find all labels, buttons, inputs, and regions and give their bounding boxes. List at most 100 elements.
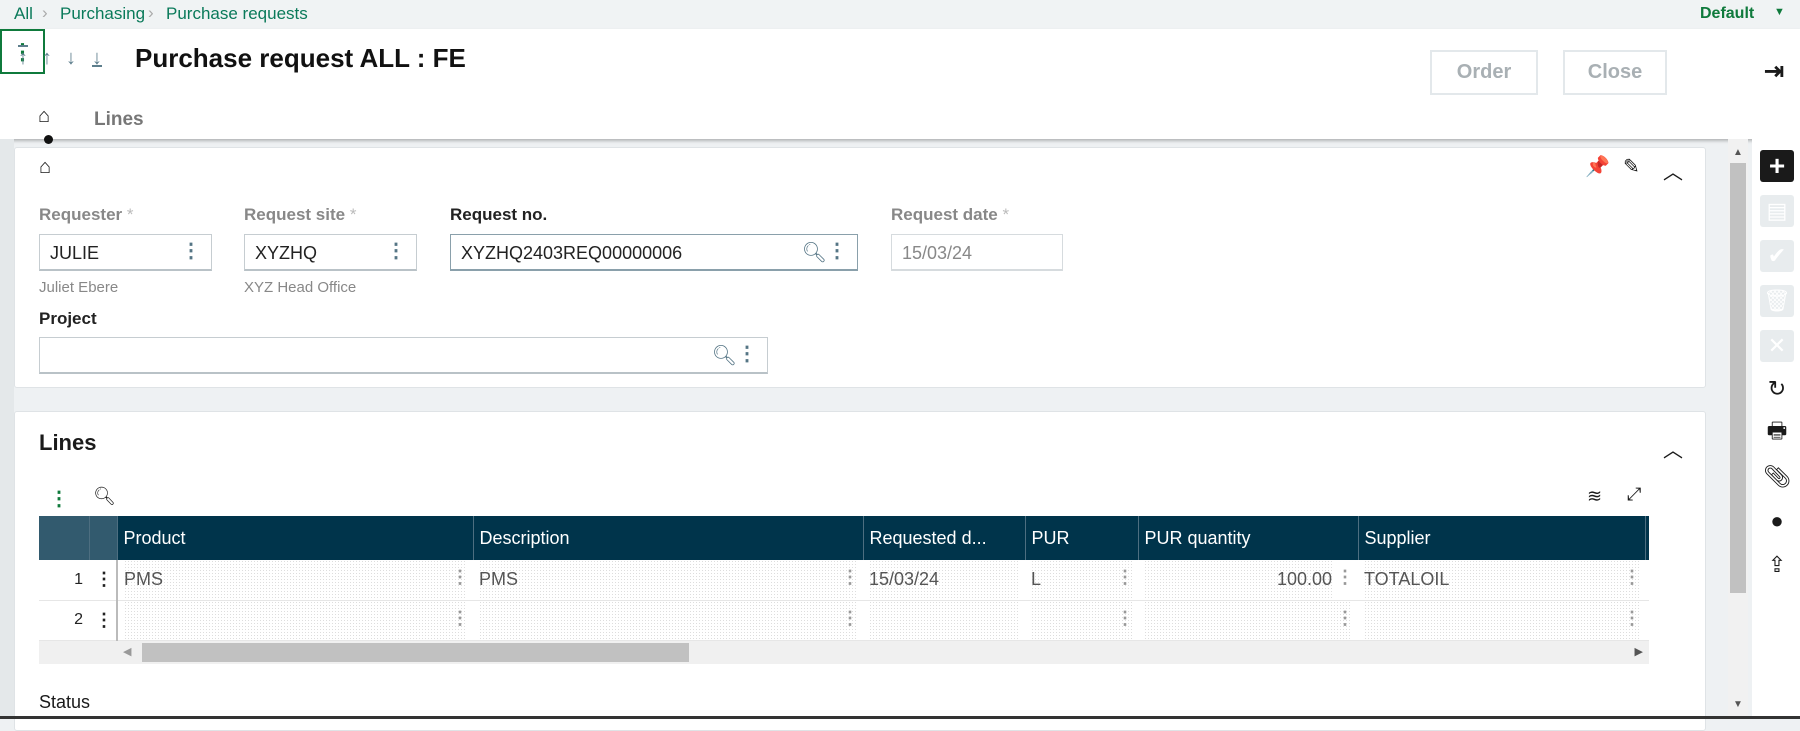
cell-pur-value: L <box>1031 569 1042 590</box>
vertical-scrollbar-thumb[interactable] <box>1730 163 1746 593</box>
validate-icon[interactable]: ✔ <box>1760 240 1794 272</box>
layers-icon[interactable]: ≋ <box>1587 486 1602 507</box>
field-menu-icon[interactable]: ⋮ <box>737 344 757 364</box>
scroll-down-icon[interactable]: ▼ <box>1733 699 1743 710</box>
previous-record-icon[interactable]: ↑ <box>42 47 52 70</box>
refresh-icon[interactable]: ↻ <box>1760 373 1794 405</box>
cell-product[interactable]: ⋮ <box>117 600 473 641</box>
grid-search-icon[interactable]: 🔍︎ <box>93 486 116 507</box>
cell-pur[interactable]: L ⋮ <box>1025 560 1138 601</box>
request-date-field: 15/03/24 <box>891 234 1063 271</box>
cell-menu-icon[interactable]: ⋮ <box>1336 568 1354 586</box>
export-icon[interactable]: ⇪ <box>1760 549 1794 581</box>
cell-menu-icon[interactable]: ⋮ <box>1623 609 1641 627</box>
caret-down-icon[interactable]: ▼ <box>1774 6 1785 18</box>
collapse-icon[interactable]: ︿ <box>1663 156 1683 185</box>
row-number: 1 <box>39 560 89 601</box>
vertical-scrollbar[interactable]: ▲ ▼ <box>1728 139 1748 719</box>
requester-description: Juliet Ebere <box>39 279 119 296</box>
site-field[interactable]: XYZHQ ⋮ <box>244 234 417 271</box>
request-date-label-text: Request date <box>891 205 998 224</box>
tab-lines[interactable]: Lines <box>94 109 144 131</box>
cell-menu-icon[interactable]: ⋮ <box>1623 568 1641 586</box>
pin-icon[interactable]: 📌 <box>1585 154 1610 179</box>
breadcrumb-purchase-requests[interactable]: Purchase requests <box>166 4 308 24</box>
horizontal-scrollbar[interactable]: ◀ ▶ <box>39 640 1649 664</box>
column-header-description[interactable]: Description <box>473 516 864 560</box>
close-button[interactable]: Close <box>1563 50 1667 95</box>
cell-supplier[interactable]: TOTALOIL ⋮ <box>1358 560 1645 601</box>
cell-supplier[interactable]: ⋮ <box>1358 600 1645 641</box>
cell-supplier-value: TOTALOIL <box>1364 569 1450 590</box>
request-date-label: Request date * <box>891 205 1009 225</box>
delete-icon[interactable]: 🗑︎ <box>1760 285 1794 317</box>
column-header-more <box>1645 516 1649 560</box>
breadcrumb-all[interactable]: All <box>14 4 33 24</box>
required-icon: * <box>126 205 134 224</box>
exit-icon[interactable]: ⇥ <box>1764 57 1784 86</box>
left-gutter <box>0 139 14 719</box>
create-icon[interactable]: + <box>1760 150 1794 182</box>
cell-requested-date: 15/03/24 <box>863 560 1025 601</box>
cell-menu-icon[interactable]: ⋮ <box>1116 568 1134 586</box>
project-field[interactable]: 🔍︎ ⋮ <box>39 337 768 374</box>
row-number: 2 <box>39 600 89 641</box>
search-icon[interactable]: 🔍︎ <box>712 343 737 368</box>
column-header-product[interactable]: Product <box>117 516 474 560</box>
field-menu-icon[interactable]: ⋮ <box>386 241 406 261</box>
field-menu-icon[interactable]: ⋮ <box>827 241 847 261</box>
scroll-up-icon[interactable]: ▲ <box>1733 147 1743 158</box>
request-no-field[interactable]: XYZHQ2403REQ00000006 🔍︎ ⋮ <box>450 234 858 271</box>
field-menu-icon[interactable]: ⋮ <box>181 241 201 261</box>
edit-icon[interactable]: ✎ <box>1623 154 1640 179</box>
scroll-right-icon[interactable]: ▶ <box>1635 645 1643 658</box>
cell-description[interactable]: PMS ⋮ <box>473 560 863 601</box>
active-tab-indicator <box>44 135 53 144</box>
cell-menu-icon[interactable]: ⋮ <box>1336 609 1354 627</box>
table-row: 2 ⋮ ⋮ ⋮ ⋮ ⋮ ⋮ <box>39 600 1649 641</box>
cell-menu-icon[interactable]: ⋮ <box>841 568 859 586</box>
scrollbar-thumb[interactable] <box>142 642 689 662</box>
breadcrumb-bar: All › Purchasing › Purchase requests Def… <box>0 0 1800 29</box>
first-record-icon[interactable]: ↑ <box>18 47 28 70</box>
cell-next: T <box>1645 560 1649 601</box>
row-menu-icon[interactable]: ⋮ <box>89 600 118 641</box>
site-label-text: Request site <box>244 205 346 224</box>
cell-product-value: PMS <box>124 569 164 590</box>
column-header-requested-date[interactable]: Requested d... <box>863 516 1026 560</box>
cell-menu-icon[interactable]: ⋮ <box>451 568 469 586</box>
requester-field[interactable]: JULIE ⋮ <box>39 234 212 271</box>
comment-icon[interactable]: ● <box>1760 505 1794 537</box>
cell-menu-icon[interactable]: ⋮ <box>451 609 469 627</box>
cell-pur[interactable]: ⋮ <box>1025 600 1138 641</box>
cell-product[interactable]: PMS ⋮ <box>117 560 473 601</box>
order-button[interactable]: Order <box>1430 50 1538 95</box>
column-header-pur-quantity[interactable]: PUR quantity <box>1138 516 1359 560</box>
cell-description[interactable]: ⋮ <box>473 600 863 641</box>
column-header-pur[interactable]: PUR <box>1025 516 1139 560</box>
save-icon[interactable]: ▤ <box>1760 195 1794 227</box>
cell-pur-quantity[interactable]: ⋮ <box>1138 600 1358 641</box>
next-record-icon[interactable]: ↓ <box>66 47 76 70</box>
grid-menu-icon[interactable]: ⋮ <box>49 486 69 511</box>
cancel-icon[interactable]: ✕ <box>1760 330 1794 362</box>
cell-pur-quantity-value: 100.00 <box>1276 569 1332 590</box>
scroll-left-icon[interactable]: ◀ <box>123 645 131 658</box>
collapse-icon[interactable]: ︿ <box>1663 434 1683 463</box>
breadcrumb-purchasing[interactable]: Purchasing <box>60 4 145 24</box>
cell-menu-icon[interactable]: ⋮ <box>1116 609 1134 627</box>
cell-menu-icon[interactable]: ⋮ <box>841 609 859 627</box>
column-header-supplier[interactable]: Supplier <box>1358 516 1646 560</box>
profile-selector[interactable]: Default <box>1700 5 1754 23</box>
print-icon[interactable]: 🖶 <box>1760 417 1794 449</box>
attachment-icon[interactable]: 📎︎ <box>1760 461 1794 493</box>
page-title: Purchase request ALL : FE <box>135 43 466 73</box>
expand-icon[interactable]: ⤢ <box>1627 484 1641 505</box>
row-menu-icon[interactable]: ⋮ <box>89 560 118 601</box>
request-no-value: XYZHQ2403REQ00000006 <box>461 243 683 263</box>
table-row: 1 ⋮ PMS ⋮ PMS ⋮ 15/03/24 L ⋮ 100.00 ⋮ TOTALO… <box>39 560 1649 601</box>
search-icon[interactable]: 🔍︎ <box>802 240 827 265</box>
home-tab-icon[interactable]: ⌂ <box>38 105 50 128</box>
cell-pur-quantity[interactable]: 100.00 ⋮ <box>1138 560 1358 601</box>
last-record-icon[interactable]: ↓ <box>92 47 102 70</box>
